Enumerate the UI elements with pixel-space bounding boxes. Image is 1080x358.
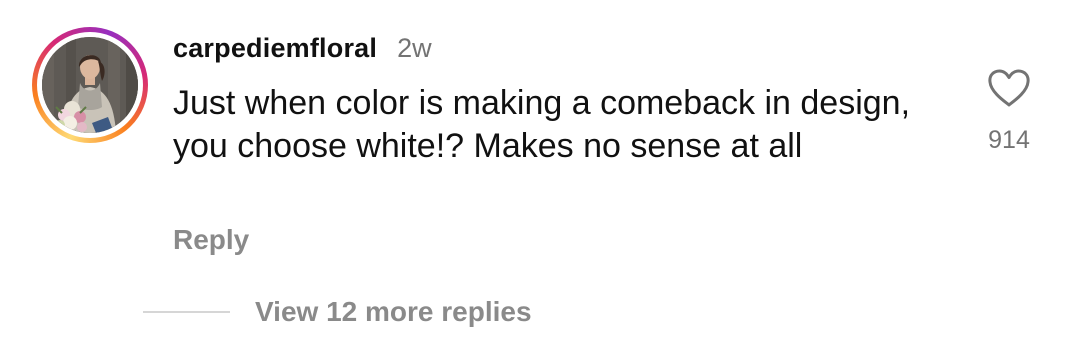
comment-text: Just when color is making a comeback in … bbox=[173, 84, 911, 165]
like-count: 914 bbox=[988, 126, 1030, 154]
avatar[interactable] bbox=[42, 37, 138, 133]
avatar-story-ring[interactable] bbox=[32, 27, 148, 143]
view-replies-button[interactable]: View 12 more replies bbox=[255, 296, 532, 328]
comment-header: carpediemfloral 2w bbox=[173, 33, 432, 64]
heart-icon[interactable] bbox=[987, 68, 1031, 108]
comment: carpediemfloral 2w Just when color is ma… bbox=[0, 0, 1080, 358]
username[interactable]: carpediemfloral bbox=[173, 33, 377, 64]
timestamp: 2w bbox=[397, 33, 432, 63]
avatar-photo bbox=[42, 37, 138, 133]
replies-divider bbox=[143, 311, 230, 313]
reply-button[interactable]: Reply bbox=[173, 224, 249, 256]
like-control: 914 bbox=[980, 68, 1038, 155]
view-replies-row: View 12 more replies bbox=[143, 296, 532, 328]
